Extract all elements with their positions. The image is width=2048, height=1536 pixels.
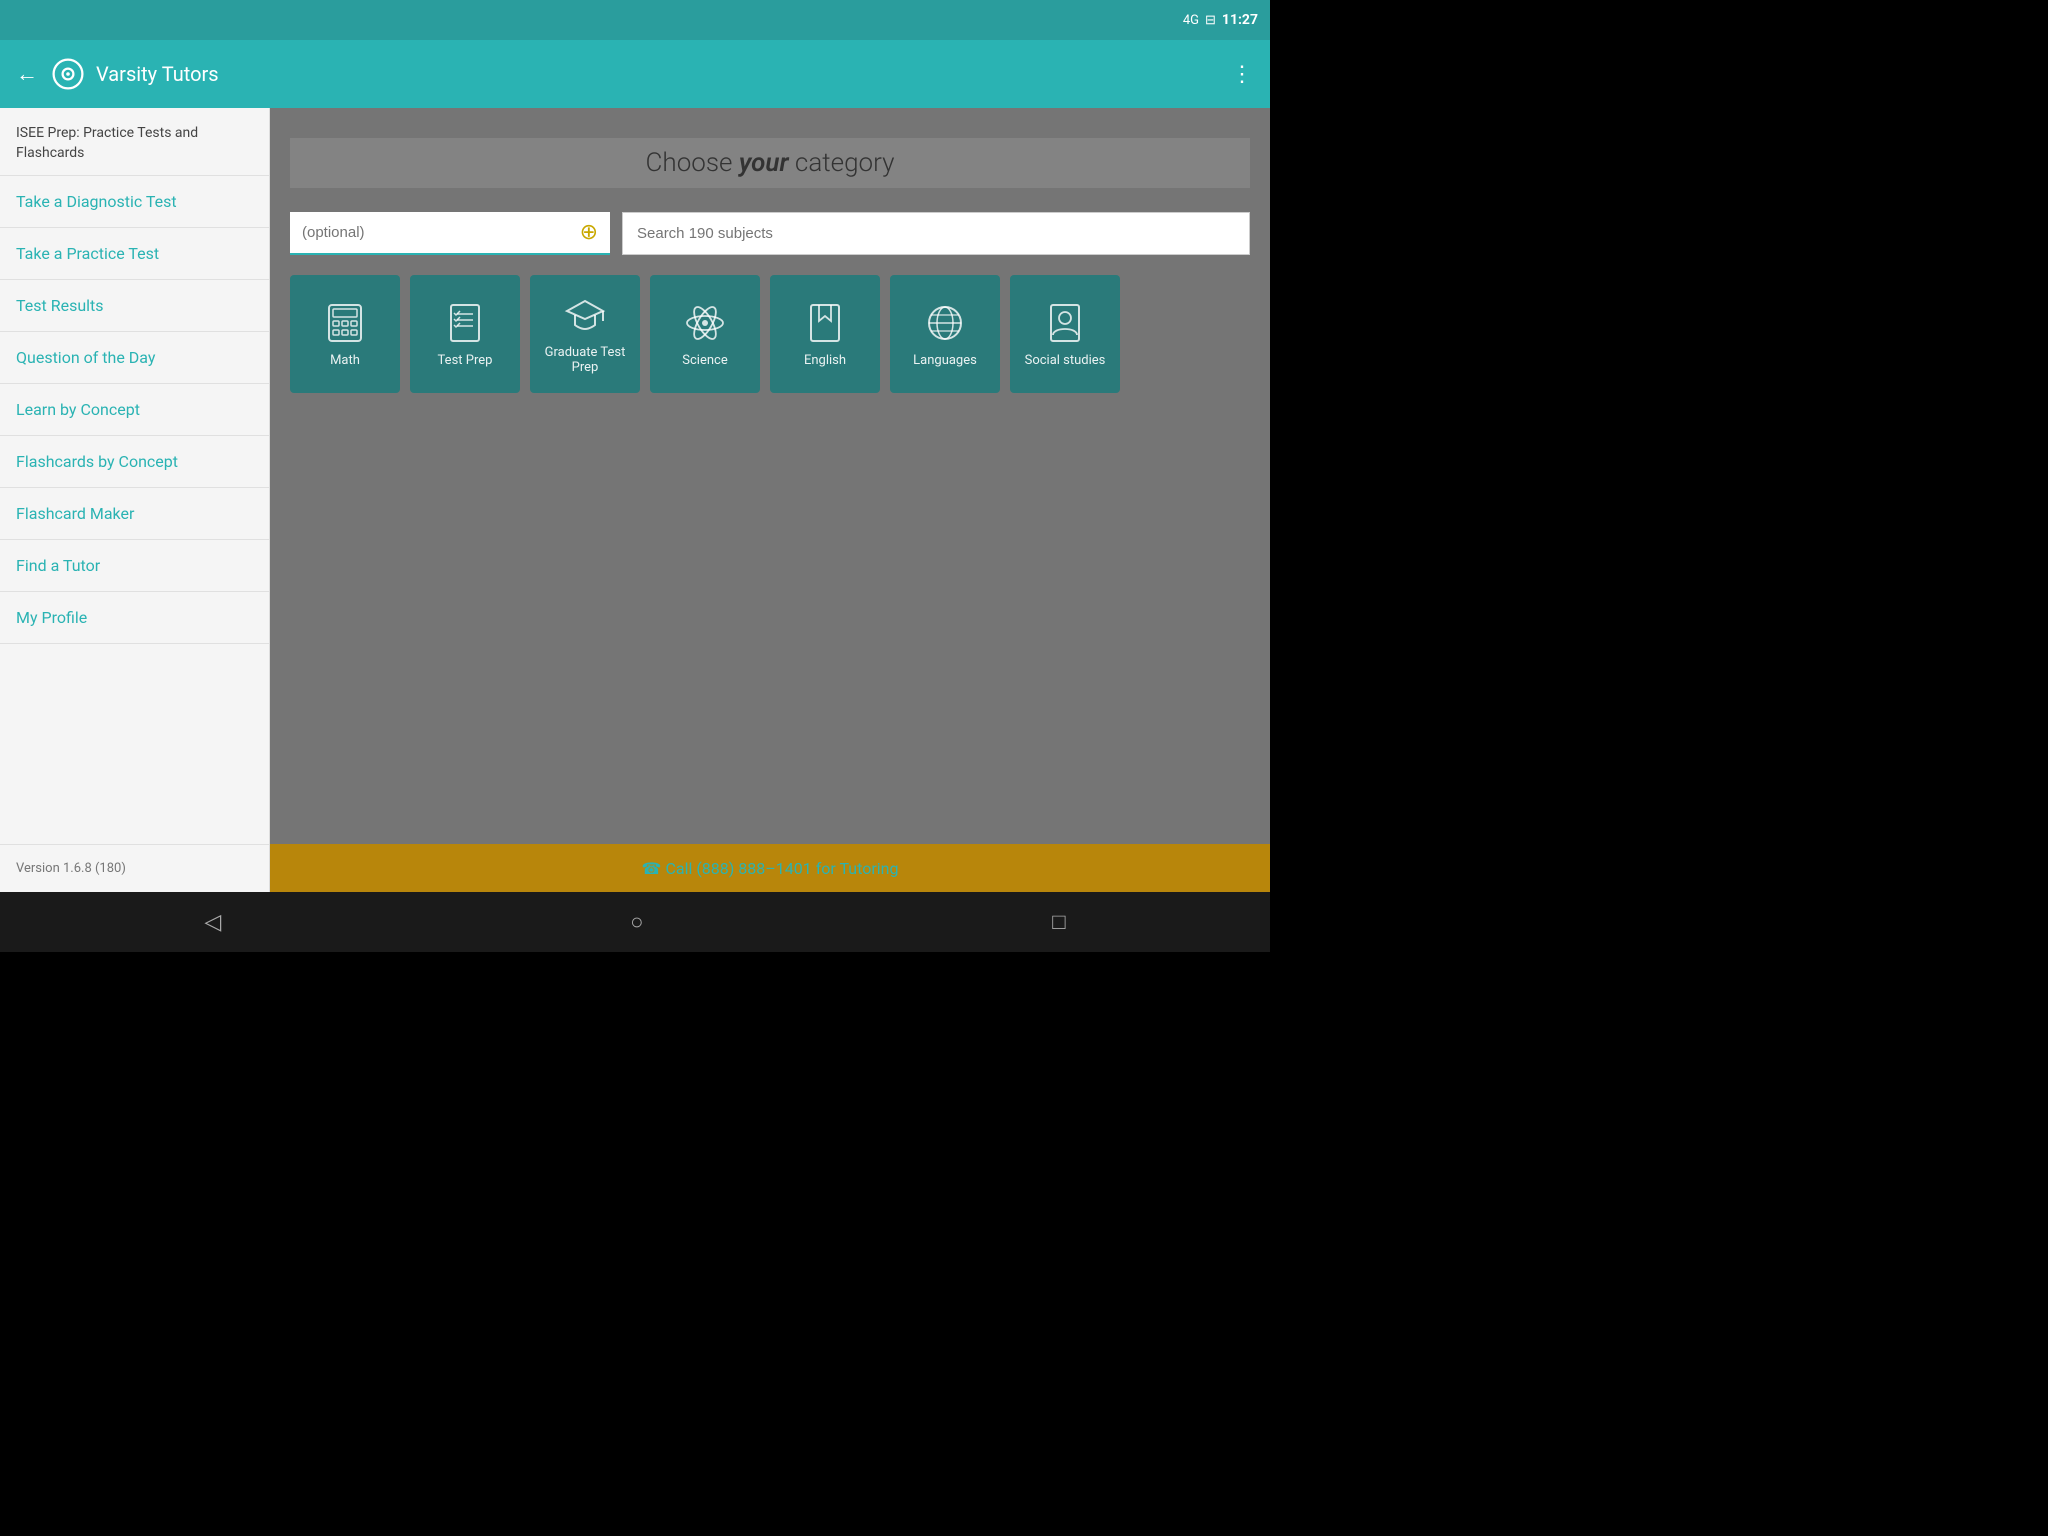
book-bookmark-icon	[803, 301, 847, 345]
call-footer-text: ☎ Call (888) 888–1401 for Tutoring	[642, 859, 899, 878]
sidebar-item-test-results[interactable]: Test Results	[0, 280, 269, 331]
category-math-label: Math	[326, 353, 364, 368]
atom-icon	[683, 301, 727, 345]
nav-recent-button[interactable]: □	[1052, 909, 1065, 935]
category-cards: Math Test	[290, 275, 1250, 393]
sidebar-item-find-tutor[interactable]: Find a Tutor	[0, 540, 269, 591]
sidebar-item-learn-by-concept[interactable]: Learn by Concept	[0, 384, 269, 435]
search-input[interactable]	[637, 225, 1235, 242]
sidebar: ISEE Prep: Practice Tests and Flashcards…	[0, 108, 270, 892]
category-card-social[interactable]: Social studies	[1010, 275, 1120, 393]
sidebar-item-my-profile[interactable]: My Profile	[0, 592, 269, 643]
status-bar: 4G ⊟ 11:27	[0, 0, 1270, 40]
battery-icon: ⊟	[1205, 13, 1216, 28]
nav-back-button[interactable]: ◁	[204, 910, 221, 935]
category-card-math[interactable]: Math	[290, 275, 400, 393]
sidebar-item-flashcard-maker[interactable]: Flashcard Maker	[0, 488, 269, 539]
nav-home-button[interactable]: ○	[630, 909, 643, 935]
main-layout: ISEE Prep: Practice Tests and Flashcards…	[0, 108, 1270, 892]
back-button[interactable]: ←	[16, 61, 38, 87]
category-card-grad-test[interactable]: Graduate Test Prep	[530, 275, 640, 393]
sidebar-header: ISEE Prep: Practice Tests and Flashcards	[0, 108, 269, 176]
grad-cap-icon	[563, 293, 607, 337]
grade-select-wrap: ⊕	[290, 212, 610, 255]
checklist-icon	[443, 301, 487, 345]
category-social-label: Social studies	[1021, 353, 1110, 368]
category-science-label: Science	[678, 353, 731, 368]
globe-icon	[923, 301, 967, 345]
time-display: 11:27	[1222, 12, 1258, 28]
grade-icon: ⊕	[580, 220, 598, 245]
search-input-wrap	[622, 212, 1250, 255]
sidebar-section-learn: Question of the Day Learn by Concept Fla…	[0, 332, 269, 540]
sidebar-item-take-practice[interactable]: Take a Practice Test	[0, 228, 269, 279]
category-grad-test-label: Graduate Test Prep	[530, 345, 640, 375]
sidebar-item-question-of-day[interactable]: Question of the Day	[0, 332, 269, 383]
category-title-italic: your	[739, 148, 789, 178]
category-card-test-prep[interactable]: Test Prep	[410, 275, 520, 393]
sidebar-section-profile: My Profile	[0, 592, 269, 644]
app-bar: ← Varsity Tutors ⋮	[0, 40, 1270, 108]
category-card-languages[interactable]: Languages	[890, 275, 1000, 393]
nav-bar: ◁ ○ □	[0, 892, 1270, 952]
search-row: ⊕	[290, 212, 1250, 255]
sidebar-item-take-diagnostic[interactable]: Take a Diagnostic Test	[0, 176, 269, 227]
signal-icon: 4G	[1183, 13, 1199, 28]
app-title: Varsity Tutors	[96, 62, 1231, 86]
category-chooser: Choose your category ⊕	[270, 108, 1270, 413]
category-card-science[interactable]: Science	[650, 275, 760, 393]
sidebar-section-tutor: Find a Tutor	[0, 540, 269, 592]
content-area: Choose your category ⊕	[270, 108, 1270, 892]
sidebar-version: Version 1.6.8 (180)	[0, 844, 269, 892]
calculator-icon	[323, 301, 367, 345]
person-book-icon	[1043, 301, 1087, 345]
call-footer[interactable]: ☎ Call (888) 888–1401 for Tutoring	[270, 844, 1270, 892]
category-english-label: English	[800, 353, 850, 368]
category-title-suffix: category	[789, 148, 895, 178]
overflow-menu-button[interactable]: ⋮	[1231, 62, 1254, 87]
category-title-text: Choose	[646, 148, 739, 178]
category-card-english[interactable]: English	[770, 275, 880, 393]
sidebar-section-tests: Take a Diagnostic Test Take a Practice T…	[0, 176, 269, 332]
category-test-prep-label: Test Prep	[434, 353, 497, 368]
category-languages-label: Languages	[909, 353, 981, 368]
grade-input[interactable]	[302, 224, 580, 241]
app-logo	[50, 56, 86, 92]
status-icons: 4G ⊟ 11:27	[1183, 12, 1258, 28]
sidebar-item-flashcards-by-concept[interactable]: Flashcards by Concept	[0, 436, 269, 487]
category-title: Choose your category	[290, 138, 1250, 188]
